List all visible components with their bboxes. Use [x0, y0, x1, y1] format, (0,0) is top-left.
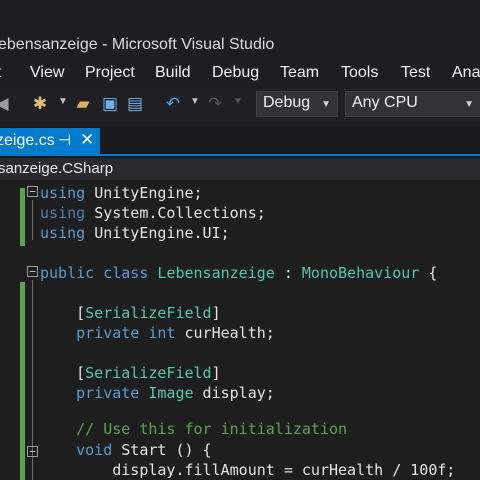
outline-guide [32, 200, 33, 240]
change-marker [20, 282, 25, 480]
code-line[interactable]: void Start () { [40, 441, 212, 461]
collapse-icon[interactable]: − [27, 266, 38, 277]
code-token: using [40, 224, 95, 242]
code-token: SerializeField [85, 304, 212, 322]
code-token: Start () { [121, 441, 212, 459]
tab-lebensanzeige-cs[interactable]: zeige.cs ⊣ ✕ [0, 128, 100, 156]
configuration-value: Debug [263, 94, 311, 111]
menu-debug[interactable]: Debug [212, 64, 259, 82]
new-project-dropdown-icon[interactable]: ▼ [58, 96, 68, 107]
undo-dropdown-icon[interactable]: ▼ [190, 96, 200, 107]
code-token: UnityEngine; [94, 184, 203, 202]
save-all-icon[interactable]: ▤ [125, 94, 145, 114]
redo-dropdown-icon[interactable]: ▼ [233, 96, 243, 107]
code-line[interactable]: // Use this for initialization [40, 420, 347, 440]
platform-value: Any CPU [352, 94, 418, 111]
solution-configuration-select[interactable]: Debug ▼ [256, 91, 338, 117]
code-token: SerializeField [85, 364, 212, 382]
code-token: ] [211, 304, 221, 322]
standard-toolbar: ◀ ✱ ▼ ▰ ▣ ▤ ↶ ▼ ↷ ▼ Debug ▼ Any CPU ▼ [0, 88, 480, 122]
code-token: display.fillAmount = curHealth / 100f; [40, 461, 456, 479]
menu-bar: t View Project Build Debug Team Tools Te… [0, 60, 480, 88]
document-tab-strip: zeige.cs ⊣ ✕ [0, 122, 480, 156]
menu-team[interactable]: Team [280, 64, 319, 82]
code-token: [ [40, 364, 86, 382]
collapse-icon[interactable]: − [27, 186, 38, 197]
code-token: display; [193, 384, 275, 402]
code-token: using [40, 184, 95, 202]
code-line[interactable]: private int curHealth; [40, 324, 275, 344]
code-token: MonoBehaviour [301, 264, 420, 282]
menu-build[interactable]: Build [155, 64, 191, 82]
code-line[interactable]: using System.Collections; [40, 204, 266, 224]
code-line[interactable]: [SerializeField] [40, 304, 221, 324]
code-editor[interactable]: − − − using UnityEngine; using System.Col… [0, 180, 480, 480]
back-icon[interactable]: ◀ [0, 94, 12, 114]
window-title: ebensanzeige - Microsoft Visual Studio [0, 36, 275, 53]
code-token: Lebensanzeige [157, 264, 275, 282]
menu-analyze[interactable]: Ana [452, 64, 480, 82]
title-bar: ebensanzeige - Microsoft Visual Studio [0, 0, 480, 60]
code-line[interactable]: private Image display; [40, 384, 275, 404]
code-token: public [40, 264, 104, 282]
menu-project[interactable]: Project [85, 64, 135, 82]
save-icon[interactable]: ▣ [100, 94, 120, 114]
close-icon[interactable]: ✕ [80, 130, 94, 150]
project-scope-dropdown[interactable]: sanzeige.CSharp [0, 160, 113, 177]
tab-label: zeige.cs [0, 132, 55, 149]
pin-icon[interactable]: ⊣ [58, 131, 71, 149]
code-token: class [103, 264, 158, 282]
code-line[interactable]: using UnityEngine; [40, 184, 203, 204]
code-token: UnityEngine.UI; [94, 224, 230, 242]
code-token: int [148, 324, 185, 342]
code-line[interactable]: [SerializeField] [40, 364, 221, 384]
code-token: curHealth; [184, 324, 275, 342]
code-line[interactable]: public class Lebensanzeige : MonoBehavio… [40, 264, 437, 284]
navigation-bar: sanzeige.CSharp [0, 158, 480, 180]
code-token: { [419, 264, 438, 282]
chevron-down-icon: ▼ [321, 99, 331, 110]
new-project-icon[interactable]: ✱ [30, 94, 50, 114]
code-line[interactable]: display.fillAmount = curHealth / 100f; [40, 461, 455, 480]
menu-edit[interactable]: t [0, 64, 1, 82]
code-line[interactable]: using UnityEngine.UI; [40, 224, 230, 244]
code-token: private [40, 324, 149, 342]
redo-icon[interactable]: ↷ [205, 94, 225, 114]
code-token: Image [148, 384, 194, 402]
change-marker [20, 188, 25, 246]
menu-test[interactable]: Test [401, 64, 430, 82]
code-token: // Use this for initialization [40, 420, 348, 438]
solution-platform-select[interactable]: Any CPU ▼ [345, 91, 480, 117]
chevron-down-icon: ▼ [464, 99, 474, 110]
code-token: [ [40, 304, 86, 322]
collapse-icon[interactable]: − [27, 446, 38, 457]
menu-view[interactable]: View [30, 64, 64, 82]
open-folder-icon[interactable]: ▰ [73, 94, 93, 114]
code-token: ] [211, 364, 221, 382]
undo-icon[interactable]: ↶ [163, 94, 183, 114]
code-token: using [40, 204, 95, 222]
code-token: : [274, 264, 302, 282]
code-token: System.Collections; [94, 204, 266, 222]
code-token: private [40, 384, 149, 402]
code-token: void [40, 441, 122, 459]
menu-tools[interactable]: Tools [341, 64, 378, 82]
